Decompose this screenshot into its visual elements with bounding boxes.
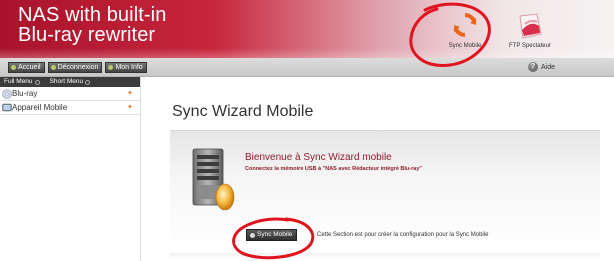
sidebar-item-blu-ray[interactable]: Blu-ray ✦ bbox=[0, 87, 140, 101]
bullet-icon bbox=[50, 65, 56, 70]
bullet-icon bbox=[11, 65, 16, 70]
tab-short-menu-label: Short Menu bbox=[49, 78, 84, 85]
radio-icon bbox=[85, 79, 91, 85]
page-title: Sync Wizard Mobile bbox=[172, 103, 314, 120]
home-button-label: Accueil bbox=[18, 64, 41, 71]
ftp-spectateur-label: FTP Spectateur bbox=[509, 43, 551, 49]
nav-buttons: Accueil Déconnexion Mon Info bbox=[8, 62, 147, 73]
sidebar-item-label: Blu-ray bbox=[12, 89, 38, 98]
panel-shadow bbox=[170, 253, 600, 259]
help-link[interactable]: ? Aide bbox=[528, 62, 555, 72]
ftp-spectateur-app[interactable]: FTP Spectateur bbox=[490, 2, 570, 56]
sidebar: Full Menu Short Menu Blu-ray ✦ Appareil … bbox=[0, 77, 141, 261]
welcome-heading: Bienvenue à Sync Wizard mobile bbox=[245, 152, 392, 163]
help-icon: ? bbox=[528, 62, 538, 72]
home-button[interactable]: Accueil bbox=[8, 62, 45, 73]
sync-mobile-button-label: Sync Mobile bbox=[257, 231, 293, 238]
tab-full-menu-label: Full Menu bbox=[4, 78, 33, 85]
sidebar-item-mobile-device[interactable]: Appareil Mobile ✦ bbox=[0, 101, 140, 115]
logout-button-label: Déconnexion bbox=[57, 64, 99, 71]
favorite-star-icon[interactable]: ✦ bbox=[127, 101, 133, 115]
app-title-line1: NAS with built-in bbox=[18, 4, 167, 26]
ftp-icon bbox=[519, 13, 542, 39]
sidebar-item-label: Appareil Mobile bbox=[12, 103, 68, 112]
app-header: NAS with built-in Blu-ray rewriter Sync … bbox=[0, 0, 614, 58]
bullet-icon bbox=[250, 232, 255, 238]
sync-mobile-button[interactable]: Sync Mobile bbox=[246, 229, 298, 241]
nas-device-icon bbox=[192, 148, 235, 211]
app-title-line2: Blu-ray rewriter bbox=[18, 24, 156, 46]
sync-icon bbox=[453, 13, 477, 37]
logout-button[interactable]: Déconnexion bbox=[47, 62, 103, 73]
welcome-subtitle: Connectez la mémoire USB à "NAS avec Réd… bbox=[245, 166, 422, 172]
mobile-device-icon bbox=[2, 103, 12, 112]
radio-icon bbox=[34, 79, 40, 85]
bullet-icon bbox=[108, 65, 114, 70]
tab-short-menu[interactable]: Short Menu bbox=[50, 77, 91, 87]
help-label: Aide bbox=[541, 63, 556, 71]
app-title: NAS with built-in Blu-ray rewriter bbox=[18, 5, 166, 45]
my-info-button-label: Mon Info bbox=[115, 64, 143, 71]
my-info-button[interactable]: Mon Info bbox=[105, 62, 147, 73]
tab-full-menu[interactable]: Full Menu bbox=[4, 77, 40, 87]
section-description: Cette Section est pour créer la configur… bbox=[317, 232, 489, 238]
top-nav-bar: Accueil Déconnexion Mon Info ? Aide bbox=[0, 58, 614, 77]
blu-ray-icon bbox=[2, 89, 12, 99]
favorite-star-icon[interactable]: ✦ bbox=[127, 87, 133, 101]
menu-tabs: Full Menu Short Menu bbox=[0, 77, 140, 87]
